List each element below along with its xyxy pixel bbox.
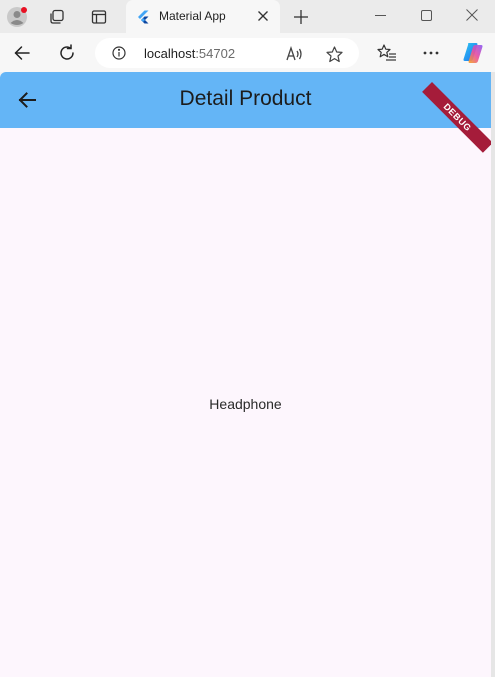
url-text[interactable]: localhost:54702 [144, 46, 235, 61]
address-bar[interactable]: localhost:54702 [95, 38, 359, 68]
page-title: Detail Product [179, 87, 312, 110]
url-host: localhost [144, 46, 196, 61]
url-port: :54702 [195, 46, 236, 61]
read-aloud-icon[interactable] [285, 44, 305, 64]
workspaces-icon[interactable] [44, 4, 70, 30]
star-icon[interactable] [324, 44, 344, 64]
tab-actions-icon[interactable] [86, 4, 112, 30]
close-icon[interactable] [449, 0, 495, 30]
info-icon[interactable] [112, 46, 126, 60]
tab-title: Material App [159, 9, 226, 23]
copilot-icon[interactable] [459, 39, 487, 67]
back-arrow-icon[interactable] [8, 39, 36, 67]
maximize-icon[interactable] [403, 0, 449, 30]
flutter-icon [136, 10, 150, 24]
favorites-icon[interactable] [373, 39, 401, 67]
plus-icon[interactable] [288, 4, 314, 30]
browser-tab[interactable]: Material App [126, 0, 280, 33]
close-icon[interactable] [254, 7, 272, 25]
minimize-icon[interactable] [357, 0, 403, 30]
app-bar: Detail Product [0, 72, 491, 128]
app-viewport: Detail Product DEBUG Headphone [0, 72, 491, 677]
profile-icon[interactable] [4, 4, 30, 30]
browser-toolbar: localhost:54702 [0, 33, 495, 72]
product-name: Headphone [209, 396, 282, 412]
reload-icon[interactable] [53, 39, 81, 67]
more-icon[interactable] [417, 39, 445, 67]
tab-strip: Material App [0, 0, 495, 33]
window-edge [491, 72, 495, 677]
